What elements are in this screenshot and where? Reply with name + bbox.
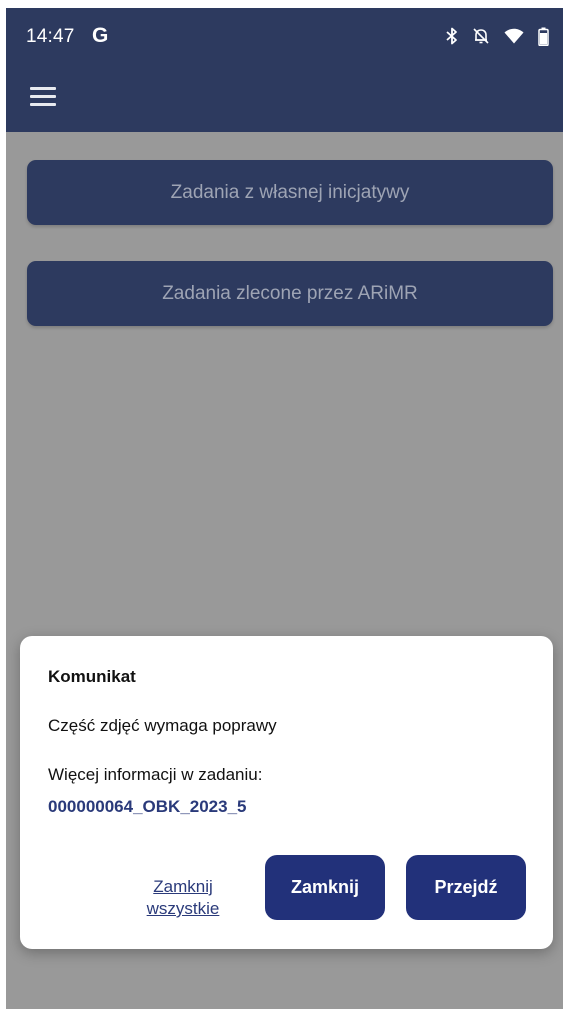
arimr-tasks-button[interactable]: Zadania zlecone przez ARiMR: [27, 261, 553, 326]
bluetooth-icon: [446, 27, 458, 45]
close-button[interactable]: Zamknij: [265, 855, 385, 920]
status-bar: 14:47 G: [6, 8, 563, 56]
battery-icon: [538, 27, 549, 46]
google-icon: G: [92, 24, 109, 47]
status-time: 14:47: [26, 26, 75, 47]
message-dialog: Komunikat Część zdjęć wymaga poprawy Wię…: [20, 636, 553, 949]
close-all-button[interactable]: Zamknij wszystkie: [120, 876, 246, 920]
dialog-title: Komunikat: [48, 667, 136, 686]
dialog-message: Część zdjęć wymaga poprawy: [48, 716, 277, 735]
go-button[interactable]: Przejdź: [406, 855, 526, 920]
app-screen: 14:47 G Zadania z własnej inicjatywy Zad…: [6, 8, 563, 1009]
own-initiative-tasks-button[interactable]: Zadania z własnej inicjatywy: [27, 160, 553, 225]
hamburger-menu-icon[interactable]: [30, 85, 58, 109]
notifications-off-icon: [472, 27, 490, 45]
task-link[interactable]: 000000064_OBK_2023_5: [48, 797, 247, 817]
status-icons: [446, 24, 549, 48]
dialog-info-label: Więcej informacji w zadaniu:: [48, 765, 263, 784]
app-bar: 14:47 G: [6, 8, 563, 132]
wifi-icon: [504, 28, 524, 44]
